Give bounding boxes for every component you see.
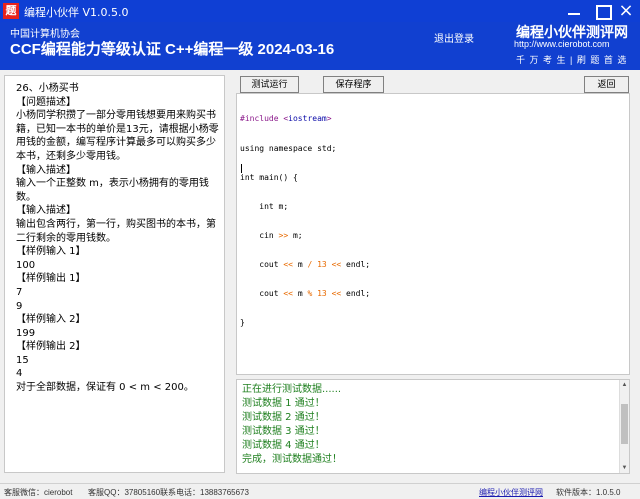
problem-line: 【样例输出 1】 [16, 273, 86, 285]
result-line: 正在进行测试数据...... [242, 384, 342, 395]
problem-line: 9 [16, 300, 23, 312]
service-wechat: 客服微信：cierobot [4, 488, 73, 497]
code-line-text: cin >> m; [240, 230, 303, 240]
site-link[interactable]: 编程小伙伴测评网 [479, 487, 543, 498]
code-line: } [240, 318, 370, 328]
test-run-button[interactable]: 测试运行 [240, 76, 299, 93]
result-line: 测试数据 1 通过！ [242, 398, 325, 410]
code-line: cin >> m; [240, 231, 370, 241]
scroll-down-icon[interactable]: ▼ [620, 463, 629, 473]
scrollbar-thumb[interactable] [621, 404, 628, 444]
test-result-list: 正在进行测试数据...... 测试数据 1 通过！ 测试数据 2 通过！ 测试数… [242, 383, 342, 468]
problem-line: 输出包含两行，第一行，购买图书的本书，第二行剩余的零用钱数。 [16, 218, 216, 244]
problem-line: 输入一个正整数 m，表示小杨拥有的零用钱数。 [16, 178, 209, 203]
problem-line: 100 [16, 259, 36, 271]
problem-line: 【输入描述】 [16, 205, 76, 217]
code-line-text: cout << m / 13 << endl; [240, 259, 371, 269]
problem-line: 【样例输入 2】 [16, 314, 86, 326]
software-version: 软件版本：1.0.5.0 [556, 488, 621, 497]
result-line: 完成，测试数据通过！ [242, 454, 342, 466]
code-line: int m; [240, 202, 370, 212]
app-icon: 题 [3, 3, 19, 19]
result-line: 测试数据 2 通过！ [242, 412, 325, 424]
problem-line: 小杨同学积攒了一部分零用钱想要用来购买书籍，已知一本书的单价是13元，请根据小杨… [16, 110, 219, 162]
save-program-button[interactable]: 保存程序 [323, 76, 384, 93]
code-line: using namespace std; [240, 144, 370, 154]
problem-line: 4 [16, 368, 23, 380]
code-line-text: #include <iostream> [240, 114, 332, 124]
result-scrollbar[interactable]: ▲ ▼ [619, 380, 629, 473]
scroll-up-icon[interactable]: ▲ [620, 380, 629, 390]
window-title: 编程小伙伴 V1.0.5.0 [24, 6, 129, 19]
text-cursor [241, 164, 242, 173]
problem-panel: 26、小杨买书 【问题描述】 小杨同学积攒了一部分零用钱想要用来购买书籍，已知一… [4, 75, 225, 473]
brand-slogan: 千 万 考 生 | 刷 题 首 选 [516, 55, 628, 65]
contact-phone: 联系电话：13883765673 [160, 488, 249, 497]
problem-line: 7 [16, 286, 23, 298]
problem-line: 15 [16, 354, 29, 366]
problem-line: 【输入描述】 [16, 164, 76, 176]
problem-line: 【样例输入 1】 [16, 246, 86, 258]
back-button[interactable]: 返回 [584, 76, 629, 93]
problem-line: 【问题描述】 [16, 96, 76, 108]
problem-line: 199 [16, 327, 36, 339]
result-line: 测试数据 4 通过！ [242, 440, 325, 452]
brand-url: http://www.cierobot.com [514, 39, 610, 49]
exam-title: CCF编程能力等级认证 C++编程一级 2024-03-16 [10, 41, 335, 58]
problem-line: 26、小杨买书 [16, 83, 79, 94]
problem-text: 26、小杨买书 【问题描述】 小杨同学积攒了一部分零用钱想要用来购买书籍，已知一… [16, 82, 220, 395]
code-line-text: int main() { [240, 172, 298, 182]
code-line: #include <iostream> [240, 114, 370, 124]
status-bar: 客服微信：cierobot 客服QQ：37805160 联系电话：1388376… [0, 483, 640, 499]
code-line: int main() { [240, 173, 370, 183]
problem-line: 对于全部数据，保证有 0 < m < 200。 [16, 382, 194, 394]
code-line-text: using namespace std; [240, 143, 337, 153]
service-qq: 客服QQ：37805160 [88, 488, 161, 497]
logout-link[interactable]: 退出登录 [434, 30, 474, 45]
problem-line: 【样例输出 2】 [16, 341, 86, 353]
code-content[interactable]: #include <iostream> using namespace std;… [240, 95, 370, 347]
code-line-text: } [240, 318, 245, 328]
code-line: cout << m % 13 << endl; [240, 289, 370, 299]
code-line-text: int m; [240, 201, 289, 211]
close-button[interactable]: × [612, 1, 640, 21]
minimize-button[interactable] [560, 1, 588, 21]
code-editor[interactable]: #include <iostream> using namespace std;… [236, 93, 630, 375]
title-bar: 题 编程小伙伴 V1.0.5.0 × [0, 0, 640, 22]
test-result-panel: 正在进行测试数据...... 测试数据 1 通过！ 测试数据 2 通过！ 测试数… [236, 379, 630, 474]
code-line-text: cout << m % 13 << endl; [240, 289, 371, 299]
code-line: cout << m / 13 << endl; [240, 260, 370, 270]
header-banner: 中国计算机协会 CCF编程能力等级认证 C++编程一级 2024-03-16 退… [0, 22, 640, 70]
result-line: 测试数据 3 通过！ [242, 426, 325, 438]
